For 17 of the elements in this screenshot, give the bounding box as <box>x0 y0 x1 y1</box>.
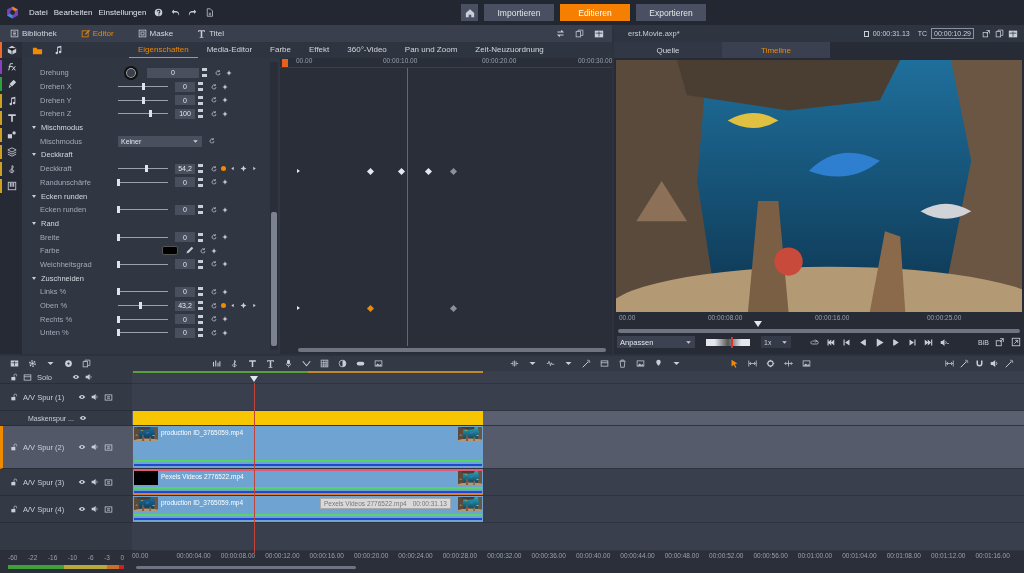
property-tab[interactable]: Effekt <box>299 42 339 58</box>
panel-tab[interactable]: Titel <box>197 29 224 38</box>
view-tab[interactable]: Timeline <box>722 42 830 58</box>
mode-button[interactable]: Exportieren <box>636 4 706 21</box>
panel-tab[interactable]: Maske <box>137 29 174 38</box>
menu-item[interactable]: Einstellungen <box>98 8 147 17</box>
panel-tab[interactable]: Editor <box>80 29 114 38</box>
property-tab[interactable]: Zeit-Neuzuordnung <box>466 42 553 58</box>
property-tab[interactable]: Farbe <box>261 42 300 58</box>
property-tab[interactable]: Media-Editor <box>197 42 262 58</box>
view-tab[interactable]: Quelle <box>614 42 722 58</box>
panel-tab[interactable]: Bibliothek <box>10 29 57 38</box>
property-tab[interactable]: 360°-Video <box>338 42 396 58</box>
mode-button[interactable]: Importieren <box>484 4 554 21</box>
menu-item[interactable]: Datei <box>29 8 48 17</box>
menu-item[interactable]: Bearbeiten <box>53 8 93 17</box>
property-tab[interactable]: Pan und Zoom <box>395 42 467 58</box>
